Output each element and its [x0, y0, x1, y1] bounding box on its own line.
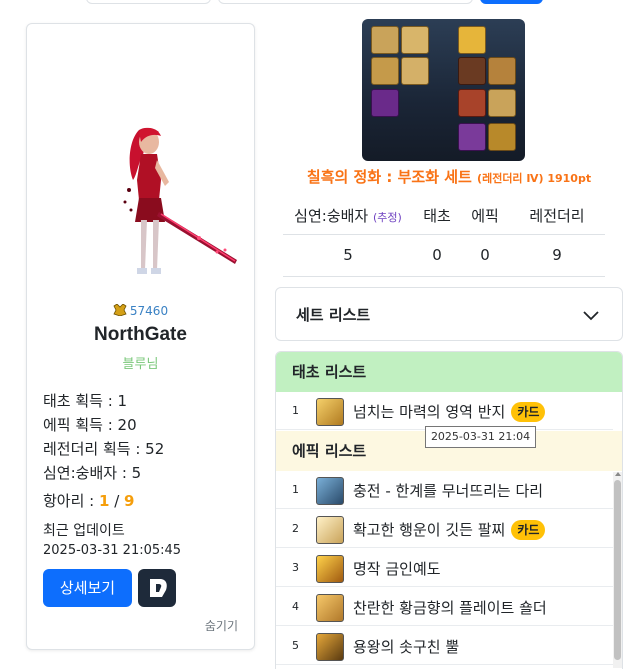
header-taecho: 태초 — [413, 198, 461, 235]
horn-icon — [316, 633, 344, 661]
equip-slot-icon — [458, 123, 486, 151]
equip-slot-icon — [401, 26, 429, 54]
taecho-item-row[interactable]: 1 넘치는 마력의 영역 반지 카드 — [276, 392, 613, 430]
item-name: 찬란한 황금향의 플레이트 숄더 — [353, 599, 547, 617]
epic-item-row[interactable]: 4 찬란한 황금향의 플레이트 숄더 — [276, 588, 613, 626]
equip-slot-icon — [371, 57, 399, 85]
hangari-value: 1 — [99, 492, 110, 510]
equip-slot-icon — [458, 89, 486, 117]
adventure-name: 블루님 — [122, 357, 159, 372]
hide-link[interactable]: 숨기기 — [205, 617, 238, 634]
medal-icon — [113, 304, 127, 316]
shoulder-icon — [316, 594, 344, 622]
header-abyss: 심연:숭배자 (추정) — [283, 198, 413, 235]
stat-abyss: 심연:숭배자 : 5 — [43, 464, 142, 482]
hangari-count: 항아리 : 1 / 9 — [43, 490, 134, 511]
character-card: 57460 NorthGate 블루님 태초 획득 : 1 에픽 획득 : 20… — [26, 23, 255, 650]
taecho-list-header: 태초 리스트 — [276, 352, 622, 392]
item-number: 1 — [292, 404, 299, 417]
item-name: 용왕의 솟구친 뿔 — [353, 638, 460, 656]
damage-score: 57460 — [27, 304, 254, 318]
epic-item-row[interactable]: 2 확고한 행운이 깃든 팔찌 카드 — [276, 510, 613, 548]
top-filter-select[interactable] — [86, 0, 211, 4]
dfo-link-button[interactable] — [138, 569, 176, 607]
equip-slot-icon — [488, 89, 516, 117]
header-epic: 에픽 — [461, 198, 509, 235]
update-label: 최근 업데이트 — [43, 523, 125, 539]
item-name: 충전 - 한계를 무너뜨리는 다리 — [353, 482, 544, 500]
epic-item-row[interactable]: 5 용왕의 솟구친 뿔 — [276, 627, 613, 665]
epic-item-row[interactable]: 1 충전 - 한계를 무너뜨리는 다리 — [276, 471, 613, 509]
dfo-logo-icon — [150, 579, 167, 597]
ring-icon — [316, 398, 344, 426]
update-time: 2025-03-31 21:05:45 — [43, 543, 182, 558]
list-scrollbar[interactable] — [613, 472, 622, 668]
set-list-label: 세트 리스트 — [296, 306, 371, 324]
set-title-sub: (레전더리 Ⅳ) 1910pt — [477, 172, 592, 185]
stat-legendary: 레전더리 획득 : 52 — [43, 440, 165, 458]
character-image — [123, 127, 237, 274]
equip-slot-icon — [401, 57, 429, 85]
value-taecho: 0 — [413, 234, 461, 277]
sword-icon — [316, 555, 344, 583]
item-number: 5 — [292, 639, 299, 652]
bracelet-icon — [316, 516, 344, 544]
stat-epic: 에픽 획득 : 20 — [43, 416, 137, 434]
set-summary-table: 심연:숭배자 (추정) 태초 에픽 레전더리 5 0 0 9 — [283, 198, 605, 277]
item-list-card: 태초 리스트 1 넘치는 마력의 영역 반지 카드 에픽 리스트 1 충전 - 한… — [275, 351, 623, 669]
legs-icon — [316, 477, 344, 505]
equip-slot-icon — [458, 26, 486, 54]
equip-slot-icon — [371, 89, 399, 117]
equip-slot-icon — [488, 57, 516, 85]
top-search-button[interactable] — [480, 0, 543, 4]
top-search-input[interactable] — [218, 0, 473, 4]
scroll-up-icon[interactable] — [615, 472, 621, 476]
hangari-total: 9 — [124, 492, 135, 510]
detail-button[interactable]: 상세보기 — [43, 569, 132, 607]
update-tooltip: 2025-03-31 21:04 — [425, 426, 536, 448]
set-title-main: 칠흑의 정화 : 부조화 세트 — [306, 168, 478, 186]
header-legendary: 레전더리 — [509, 198, 605, 235]
value-legendary: 9 — [509, 234, 605, 277]
epic-item-row[interactable]: 3 명작 금인예도 — [276, 549, 613, 587]
set-title: 칠흑의 정화 : 부조화 세트 (레전더리 Ⅳ) 1910pt — [275, 166, 623, 187]
card-badge: 카드 — [511, 402, 546, 422]
item-name: 명작 금인예도 — [353, 560, 441, 578]
item-name: 넘치는 마력의 영역 반지 카드 — [353, 401, 546, 422]
card-badge: 카드 — [511, 520, 546, 540]
hangari-separator: / — [109, 492, 125, 510]
item-number: 4 — [292, 600, 299, 613]
estimate-tag: (추정) — [373, 211, 402, 225]
value-epic: 0 — [461, 234, 509, 277]
set-equipment-image — [362, 19, 525, 161]
chevron-down-icon — [583, 311, 599, 321]
item-number: 3 — [292, 561, 299, 574]
set-list-dropdown[interactable]: 세트 리스트 — [275, 287, 623, 341]
character-name: NorthGate — [94, 324, 187, 345]
item-name: 확고한 행운이 깃든 팔찌 카드 — [353, 519, 546, 540]
value-abyss: 5 — [283, 234, 413, 277]
equip-slot-icon — [371, 26, 399, 54]
score-value: 57460 — [129, 304, 169, 318]
equip-slot-icon — [488, 123, 516, 151]
item-number: 2 — [292, 522, 299, 535]
hangari-label: 항아리 : — [43, 492, 99, 510]
item-number: 1 — [292, 483, 299, 496]
scroll-thumb[interactable] — [614, 480, 621, 660]
equip-slot-icon — [458, 57, 486, 85]
stat-taecho: 태초 획득 : 1 — [43, 392, 128, 410]
